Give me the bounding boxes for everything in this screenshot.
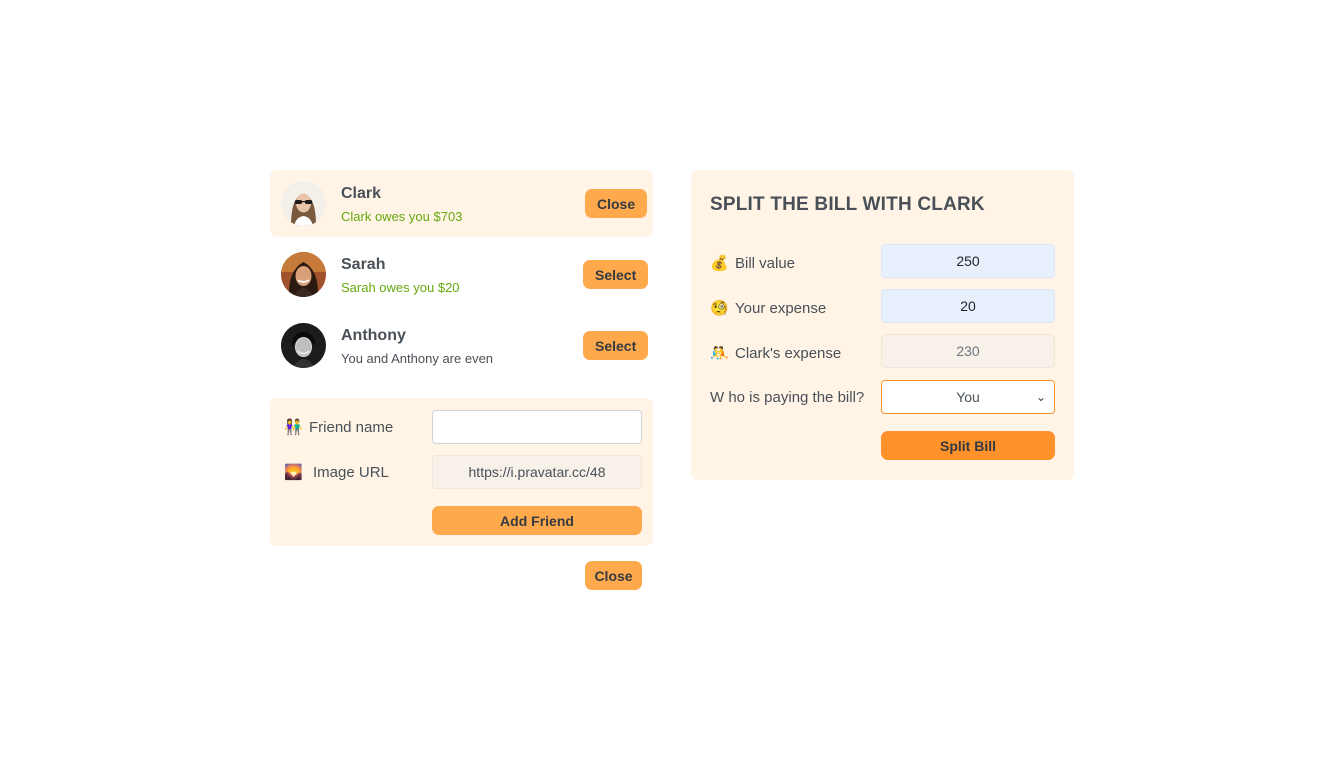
money-bag-icon: 💰 [710, 255, 729, 272]
friend-name-label: 👫 Friend name [284, 418, 394, 437]
friend-name-input[interactable] [432, 410, 642, 444]
friend-balance: Sarah owes you $20 [341, 280, 460, 295]
split-bill-form: SPLIT THE BILL WITH CLARK 💰 Bill value 🧐… [691, 170, 1074, 480]
your-expense-input[interactable] [881, 289, 1055, 323]
payer-select-value: You [956, 389, 980, 405]
image-url-input[interactable] [432, 455, 642, 489]
add-friend-form: 👫 Friend name 🌄 Image URL Add Friend [270, 398, 653, 546]
image-url-label: 🌄 Image URL [284, 463, 389, 482]
sunrise-icon: 🌄 [284, 464, 303, 481]
friend-expense-label: 🤼 Clark's expense [710, 344, 842, 363]
select-button[interactable]: Select [583, 260, 649, 289]
friends-list: Clark Clark owes you $703 Close Sarah Sa… [270, 170, 653, 383]
people-icon: 🤼 [710, 345, 729, 362]
add-friend-button[interactable]: Add Friend [432, 506, 642, 535]
friend-balance: You and Anthony are even [341, 351, 494, 366]
friend-name-label-text: Friend name [309, 418, 394, 436]
friend-balance: Clark owes you $703 [341, 209, 463, 224]
friend-expense-label-text: Clark's expense [735, 344, 842, 362]
friend-name: Clark [341, 185, 382, 202]
close-button[interactable]: Close [585, 189, 648, 218]
payer-select[interactable]: You ⌄ [881, 380, 1055, 414]
bill-value-input[interactable] [881, 244, 1055, 278]
select-button[interactable]: Select [583, 331, 649, 360]
friend-name: Sarah [341, 256, 386, 273]
avatar [281, 252, 326, 297]
payer-label-text: W ho is paying the bill? [710, 389, 865, 406]
face-icon: 🧐 [710, 300, 729, 317]
friend-item-clark: Clark Clark owes you $703 Close [270, 170, 653, 237]
friend-item-anthony: Anthony You and Anthony are even Select [270, 312, 653, 379]
avatar [281, 181, 326, 226]
your-expense-label-text: Your expense [735, 299, 827, 317]
payer-label: W ho is paying the bill? [710, 389, 864, 406]
close-form-button[interactable]: Close [585, 561, 642, 590]
image-url-label-text: Image URL [313, 463, 389, 481]
split-title: SPLIT THE BILL WITH CLARK [710, 194, 985, 215]
bill-value-label-text: Bill value [735, 254, 796, 272]
friend-name: Anthony [341, 327, 406, 344]
bill-value-label: 💰 Bill value [710, 254, 796, 273]
avatar [281, 323, 326, 368]
friend-item-sarah: Sarah Sarah owes you $20 Select [270, 241, 653, 308]
chevron-down-icon: ⌄ [1035, 390, 1046, 404]
people-icon: 👫 [284, 419, 303, 436]
your-expense-label: 🧐 Your expense [710, 299, 827, 318]
split-bill-button[interactable]: Split Bill [881, 431, 1055, 460]
friend-expense-input [881, 334, 1055, 368]
